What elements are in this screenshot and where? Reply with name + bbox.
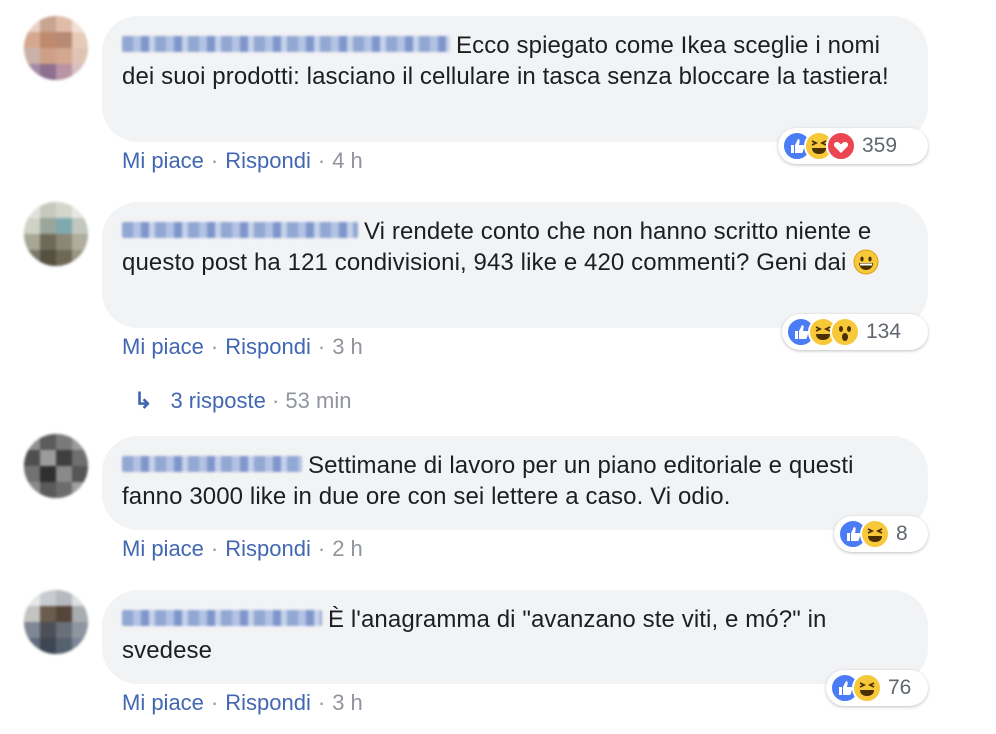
avatar[interactable] bbox=[24, 16, 88, 80]
comment-time[interactable]: 3 h bbox=[332, 690, 363, 715]
separator: · bbox=[210, 690, 219, 715]
haha-icon bbox=[860, 519, 890, 549]
avatar[interactable] bbox=[24, 202, 88, 266]
author-name-redacted[interactable] bbox=[122, 610, 322, 626]
reply-link[interactable]: Rispondi bbox=[225, 334, 311, 359]
like-link[interactable]: Mi piace bbox=[122, 148, 204, 173]
reply-link[interactable]: Rispondi bbox=[225, 536, 311, 561]
reaction-count: 359 bbox=[862, 134, 898, 157]
author-name-redacted[interactable] bbox=[122, 36, 450, 52]
reply-link[interactable]: Rispondi bbox=[225, 148, 311, 173]
haha-icon bbox=[852, 673, 882, 703]
like-link[interactable]: Mi piace bbox=[122, 536, 204, 561]
replies-count-label[interactable]: 3 risposte bbox=[170, 388, 265, 413]
comment-bubble: Vi rendete conto che non hanno scritto n… bbox=[102, 202, 928, 328]
grinning-emoji bbox=[853, 249, 879, 283]
reaction-summary[interactable]: 8 bbox=[834, 516, 928, 552]
reaction-summary[interactable]: 359 bbox=[778, 128, 928, 164]
separator: · bbox=[317, 690, 326, 715]
comment-bubble: È l'anagramma di "avanzano ste viti, e m… bbox=[102, 590, 928, 684]
comment-actions: Mi piace · Rispondi · 2 h bbox=[122, 536, 363, 562]
author-name-redacted[interactable] bbox=[122, 456, 302, 472]
comment-time[interactable]: 3 h bbox=[332, 334, 363, 359]
comment-time[interactable]: 4 h bbox=[332, 148, 363, 173]
avatar[interactable] bbox=[24, 434, 88, 498]
comment-actions: Mi piace · Rispondi · 4 h bbox=[122, 148, 363, 174]
reaction-count: 76 bbox=[888, 676, 912, 699]
love-icon bbox=[826, 131, 856, 161]
wow-icon bbox=[830, 317, 860, 347]
reaction-count: 134 bbox=[866, 320, 902, 343]
avatar[interactable] bbox=[24, 590, 88, 654]
separator: · bbox=[210, 536, 219, 561]
separator: · bbox=[317, 148, 326, 173]
separator: · bbox=[317, 334, 326, 359]
like-link[interactable]: Mi piace bbox=[122, 690, 204, 715]
separator: · bbox=[271, 388, 280, 413]
comment-bubble: Ecco spiegato come Ikea sceglie i nomi d… bbox=[102, 16, 928, 142]
separator: · bbox=[210, 334, 219, 359]
view-replies-link[interactable]: ↳ 3 risposte · 53 min bbox=[134, 388, 351, 414]
comment-actions: Mi piace · Rispondi · 3 h bbox=[122, 334, 363, 360]
comment-time[interactable]: 2 h bbox=[332, 536, 363, 561]
reply-link[interactable]: Rispondi bbox=[225, 690, 311, 715]
reaction-summary[interactable]: 134 bbox=[782, 314, 928, 350]
reply-arrow-icon: ↳ bbox=[134, 388, 153, 413]
comment-bubble: Settimane di lavoro per un piano editori… bbox=[102, 436, 928, 530]
separator: · bbox=[210, 148, 219, 173]
author-name-redacted[interactable] bbox=[122, 222, 358, 238]
like-link[interactable]: Mi piace bbox=[122, 334, 204, 359]
reaction-summary[interactable]: 76 bbox=[826, 670, 928, 706]
reaction-count: 8 bbox=[896, 522, 908, 545]
separator: · bbox=[317, 536, 326, 561]
replies-time: 53 min bbox=[285, 388, 352, 413]
comment-actions: Mi piace · Rispondi · 3 h bbox=[122, 690, 363, 716]
